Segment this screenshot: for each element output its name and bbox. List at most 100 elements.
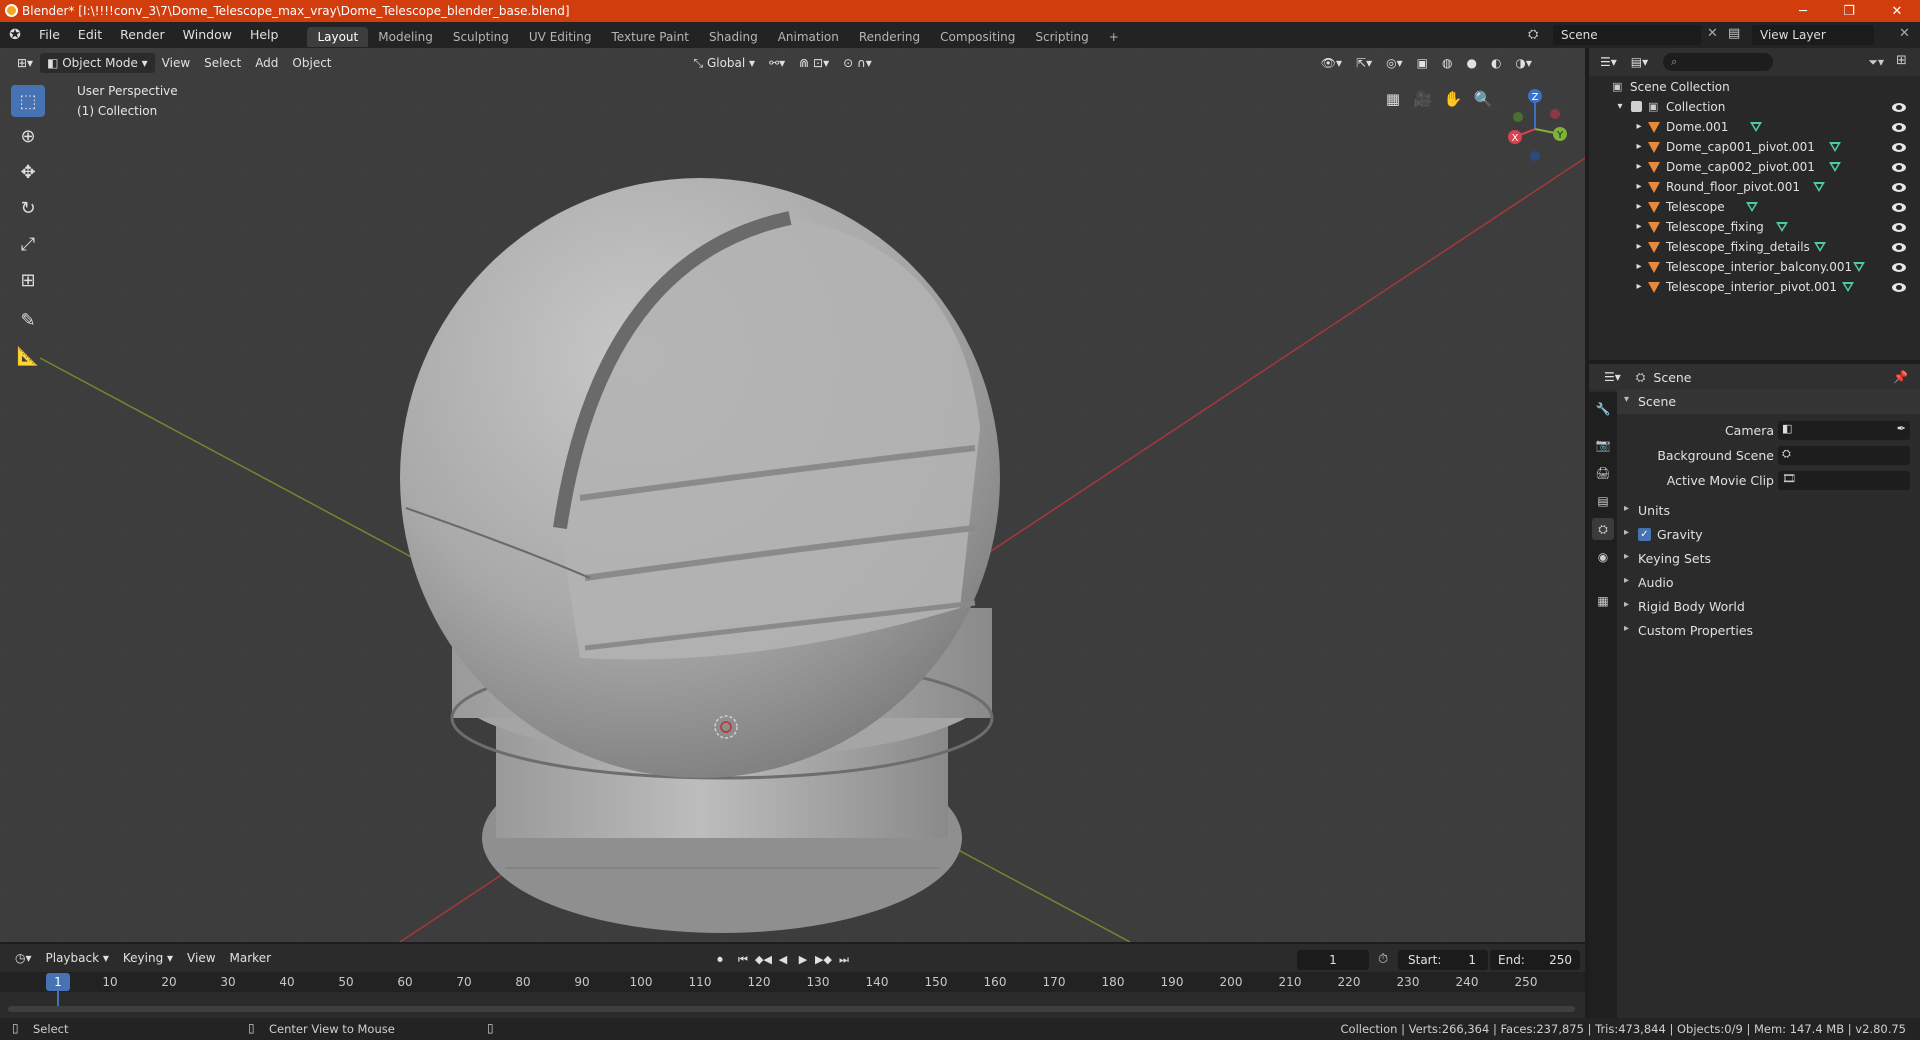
menu-edit[interactable]: Edit [69,22,111,48]
visibility-icon[interactable] [1892,143,1906,152]
play-reverse-icon[interactable]: ◀ [775,952,791,968]
expand-icon[interactable]: ▸ [1633,261,1645,273]
outliner-editor-type-icon[interactable]: ☰▾ [1593,52,1624,72]
timeline-menu-view[interactable]: View [180,948,222,968]
active-movie-clip-field[interactable]: 🎞 [1778,470,1910,490]
transform-tool-icon[interactable]: ⊞ [11,264,45,296]
tool-settings-tab-icon[interactable]: 🔧 [1592,398,1614,420]
mesh-data-icon[interactable] [1829,142,1841,152]
world-tab-icon[interactable]: ◉ [1592,546,1614,568]
outliner-object-row[interactable]: ▸ Telescope_interior_pivot.001 [1589,277,1920,297]
pin-icon[interactable]: 📌 [1893,370,1908,384]
3d-viewport[interactable] [0,48,1585,942]
keying-sets-section[interactable]: ▸ Keying Sets [1617,547,1920,571]
expand-icon[interactable]: ▸ [1633,281,1645,293]
menu-window[interactable]: Window [174,22,241,48]
visibility-icon[interactable] [1892,263,1906,272]
mesh-data-icon[interactable] [1842,282,1854,292]
outliner-object-row[interactable]: ▸ Dome_cap002_pivot.001 [1589,157,1920,177]
scene-selector[interactable]: Scene [1553,25,1701,45]
mesh-data-icon[interactable] [1853,262,1865,272]
tab-shading[interactable]: Shading [699,27,768,47]
shading-wireframe-icon[interactable]: ◍ [1435,53,1459,73]
tab-rendering[interactable]: Rendering [849,27,930,47]
mesh-data-icon[interactable] [1813,182,1825,192]
record-icon[interactable]: ⏺ [712,952,728,968]
overlay-toggle-icon[interactable]: ◎▾ [1379,53,1410,73]
units-section[interactable]: ▸ Units [1617,499,1920,523]
timeline-menu-marker[interactable]: Marker [223,948,278,968]
outliner-object-row[interactable]: ▸ Telescope_fixing [1589,217,1920,237]
menu-file[interactable]: File [30,22,69,48]
jump-keyframe-back-icon[interactable]: ◆◀ [755,952,772,968]
select-box-tool-icon[interactable]: ⬚ [11,85,45,117]
proportional-editing-icon[interactable]: ⊙ ∩▾ [836,53,879,73]
zoom-icon[interactable]: 🔍 [1470,86,1496,112]
eyedropper-icon[interactable]: ✒ [1897,422,1906,435]
tab-layout[interactable]: Layout [307,26,369,47]
gravity-checkbox[interactable]: ✓ [1638,528,1651,541]
view-layer-tab-icon[interactable]: ▤ [1592,490,1614,512]
visibility-icon[interactable] [1892,183,1906,192]
display-mode-icon[interactable]: ▤▾ [1624,52,1655,72]
expand-icon[interactable]: ▸ [1633,161,1645,173]
outliner-search-input[interactable]: ⌕ [1663,53,1774,71]
start-frame-field[interactable]: Start: 1 [1398,950,1488,970]
visibility-icon[interactable] [1892,123,1906,132]
mesh-data-icon[interactable] [1814,242,1826,252]
measure-tool-icon[interactable]: 📐 [11,340,45,372]
viewport-menu-select[interactable]: Select [197,53,248,73]
timeline-editor-type-icon[interactable]: ◷▾ [8,948,39,968]
tab-scripting[interactable]: Scripting [1025,27,1098,47]
mesh-data-icon[interactable] [1746,202,1758,212]
mesh-data-icon[interactable] [1829,162,1841,172]
scene-tab-icon[interactable]: ⛭ [1592,518,1614,540]
tab-sculpting[interactable]: Sculpting [443,27,519,47]
editor-type-icon[interactable]: ⊞▾ [10,53,40,73]
view-layer-selector[interactable]: View Layer [1752,25,1874,45]
visibility-icon[interactable] [1892,203,1906,212]
xray-toggle-icon[interactable]: ▣ [1410,53,1435,73]
blender-menu-icon[interactable]: ✪ [0,27,30,43]
mesh-data-icon[interactable] [1750,122,1762,132]
scene-panel-header[interactable]: ▾ Scene [1617,390,1920,414]
timeline-menu-playback[interactable]: Playback ▾ [39,948,116,968]
expand-icon[interactable]: ▸ [1633,221,1645,233]
outliner-object-row[interactable]: ▸ Dome.001 [1589,117,1920,137]
visibility-icon[interactable]: 👁▾ [1314,53,1349,73]
visibility-icon[interactable] [1892,243,1906,252]
gizmo-toggle-icon[interactable]: ⇱▾ [1349,53,1379,73]
close-button[interactable]: ✕ [1874,0,1920,22]
scale-tool-icon[interactable]: ⤢ [11,228,45,260]
snap-icon[interactable]: ⋒ ⊡▾ [792,53,836,73]
add-workspace-button[interactable]: + [1099,27,1129,47]
outliner-scene-collection[interactable]: ▣ Scene Collection [1589,77,1920,97]
menu-render[interactable]: Render [111,22,174,48]
expand-icon[interactable]: ▸ [1633,121,1645,133]
rotate-tool-icon[interactable]: ↻ [11,192,45,224]
minimize-button[interactable]: ─ [1780,0,1826,22]
scene-close-icon[interactable]: ✕ [1707,26,1718,41]
rigid-body-world-section[interactable]: ▸ Rigid Body World [1617,595,1920,619]
cursor-tool-icon[interactable]: ⊕ [11,120,45,152]
filter-icon[interactable]: ⏷▾ [1868,55,1884,70]
visibility-icon[interactable] [1892,283,1906,292]
background-scene-field[interactable]: ⛭ [1778,445,1910,465]
jump-start-icon[interactable]: ⏮ [735,952,751,968]
mesh-data-icon[interactable] [1776,222,1788,232]
tab-texture-paint[interactable]: Texture Paint [602,27,699,47]
outliner-object-row[interactable]: ▸ Telescope_fixing_details [1589,237,1920,257]
expand-icon[interactable]: ▸ [1633,241,1645,253]
tab-modeling[interactable]: Modeling [368,27,443,47]
outliner-object-row[interactable]: ▸ Round_floor_pivot.001 [1589,177,1920,197]
jump-end-icon[interactable]: ⏭ [836,952,852,968]
texture-tab-icon[interactable]: ▦ [1592,590,1614,612]
expand-icon[interactable]: ▸ [1633,181,1645,193]
annotate-tool-icon[interactable]: ✎ [11,304,45,336]
tab-compositing[interactable]: Compositing [930,27,1025,47]
camera-field[interactable]: ◧ ✒ [1778,420,1910,440]
audio-section[interactable]: ▸ Audio [1617,571,1920,595]
navigation-gizmo[interactable]: Z Y X [1500,84,1580,164]
expand-icon[interactable]: ▸ [1633,141,1645,153]
end-frame-field[interactable]: End: 250 [1490,950,1580,970]
